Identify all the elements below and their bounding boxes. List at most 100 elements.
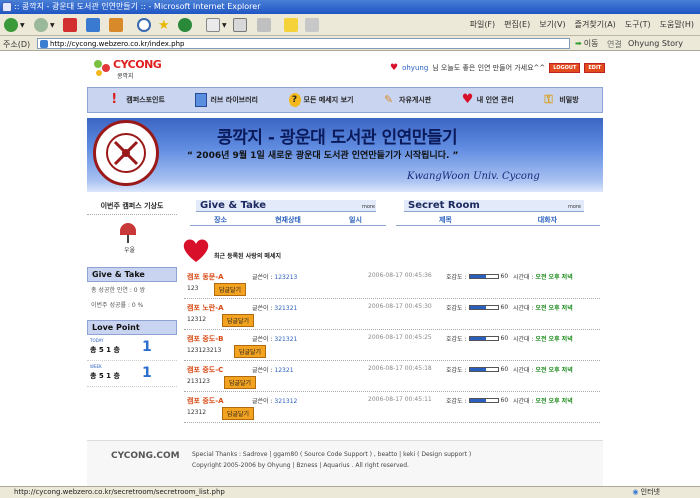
stop-button[interactable] [63, 17, 77, 33]
address-input[interactable] [37, 38, 570, 49]
time-value: 오전 오후 저녁 [535, 367, 573, 374]
nav-label: 비밀방 [559, 96, 579, 104]
link-ohyung-story[interactable]: Ohyung Story [628, 39, 683, 48]
weather-label: 우울 [124, 247, 136, 254]
column-header[interactable]: 대화자 [538, 215, 557, 225]
message-author: 글쓴이 : 321321 [252, 303, 297, 312]
weather-widget: 우울 [87, 215, 177, 263]
forward-button[interactable]: ▼ [34, 17, 55, 33]
column-header[interactable]: 일시 [349, 215, 362, 225]
author-id[interactable]: 321321 [274, 336, 297, 343]
like-value: 60 [500, 397, 509, 404]
author-id[interactable]: 321312 [274, 398, 297, 405]
message-location[interactable]: 캠포 동문-A [187, 272, 224, 282]
left-sidebar: 이번주 캠퍼스 기상도 우울 Give & Take 총 성공한 인연 : 0 … [87, 198, 177, 387]
menu-edit[interactable]: 편집(E) [504, 19, 530, 30]
menu-view[interactable]: 보기(V) [539, 19, 565, 30]
like-value: 60 [500, 273, 509, 280]
love-point-row: TODAY 총 5 1 층 1 [87, 335, 177, 361]
reply-button[interactable]: 답글달기 [222, 314, 255, 327]
give-take-more-link[interactable]: more [362, 204, 375, 210]
message-location[interactable]: 캠포 중도-C [187, 365, 223, 375]
favorites-button[interactable]: ★ [158, 17, 170, 33]
author-id[interactable]: 12321 [274, 367, 293, 374]
nav-all-messages[interactable]: ? 모든 메세지 보기 [288, 93, 353, 107]
reply-button[interactable]: 답글달기 [214, 283, 247, 296]
search-button[interactable] [137, 17, 151, 33]
message-text: 12312 [187, 316, 207, 323]
mail-icon [206, 18, 220, 32]
menu-list: 파일(F) 편집(E) 보기(V) 즐겨찾기(A) 도구(T) 도움말(H) [470, 19, 694, 30]
menu-help[interactable]: 도움말(H) [660, 19, 694, 30]
column-header[interactable]: 제목 [439, 215, 452, 225]
messenger-button[interactable] [305, 17, 319, 33]
key-icon: ⚿ [544, 93, 553, 106]
love-point-period: TODAY [90, 338, 104, 343]
column-header[interactable]: 장소 [214, 215, 227, 225]
reply-button[interactable]: 답글달기 [224, 376, 257, 389]
message-like: 호감도 : 60 [446, 396, 508, 405]
note-button[interactable] [284, 17, 298, 33]
reply-button[interactable]: 답글달기 [222, 407, 255, 420]
love-point-period: WEEK [90, 364, 102, 369]
edit-page-button[interactable] [257, 17, 271, 33]
message-location[interactable]: 캠포 중도-A [187, 396, 224, 406]
author-id[interactable]: 321321 [274, 305, 297, 312]
message-text: 213123 [187, 378, 210, 385]
nav-campus-point[interactable]: ! 캠퍼스포인트 [111, 93, 165, 107]
go-button[interactable]: ➡ 이동 [575, 38, 598, 49]
message-like: 호감도 : 60 [446, 365, 508, 374]
status-bar: http://cycong.webzero.co.kr/secretroom/s… [0, 486, 700, 498]
time-label: 시간대 : [513, 305, 534, 312]
print-icon [233, 18, 247, 32]
window-title: :: 콩깍지 - 광운대 도서관 인연만들기 :: - Microsoft In… [14, 2, 261, 11]
menu-favorites[interactable]: 즐겨찾기(A) [575, 19, 616, 30]
menu-tools[interactable]: 도구(T) [625, 19, 651, 30]
recent-messages-label: 최근 등록된 사랑의 메세지 [214, 252, 281, 260]
home-button[interactable] [109, 17, 123, 33]
refresh-button[interactable] [86, 17, 100, 33]
back-button[interactable]: ▼ [4, 17, 25, 33]
edit-button[interactable]: EDIT [584, 63, 606, 73]
nav-free-board[interactable]: ✎ 자유게시판 [384, 93, 431, 107]
stop-icon [63, 18, 77, 32]
author-id[interactable]: 123213 [274, 274, 297, 281]
history-button[interactable] [178, 17, 192, 33]
message-item: 캠포 동문-A 글쓴이 : 123213 2006-08-17 00:45:36… [184, 268, 600, 299]
message-time: 시간대 : 오전 오후 저녁 [513, 334, 573, 343]
username: ohyung [402, 64, 429, 72]
toolbar: ▼ ▼ ★ ▼ 파일(F) 편집(E) 보기(V) 즐겨찾기(A) 도구(T) … [0, 14, 700, 36]
time-label: 시간대 : [513, 398, 534, 405]
message-location[interactable]: 캠포 노란-A [187, 303, 224, 313]
like-value: 60 [500, 335, 509, 342]
logout-button[interactable]: LOGOUT [549, 63, 581, 73]
menu-file[interactable]: 파일(F) [470, 19, 496, 30]
message-location[interactable]: 캠포 중도-B [187, 334, 223, 344]
greeting-text: 님 오늘도 좋은 인연 만들어 가세요^^ [432, 64, 546, 72]
print-button[interactable] [233, 17, 247, 33]
heart-icon: ♥ [461, 92, 474, 107]
like-label: 호감도 : [446, 274, 467, 281]
nav-secret-room[interactable]: ⚿ 비밀방 [544, 93, 578, 107]
footer-credits: Special Thanks : Sadrove | ggam80 ( Sour… [192, 451, 472, 458]
time-value: 오전 오후 저녁 [535, 305, 573, 312]
go-label: 이동 [583, 39, 599, 48]
like-label: 호감도 : [446, 398, 467, 405]
like-value: 60 [500, 366, 509, 373]
message-item: 캠포 중도-A 글쓴이 : 321312 2006-08-17 00:45:11… [184, 392, 600, 423]
like-label: 호감도 : [446, 367, 467, 374]
nav-love-library[interactable]: 러브 라이브러리 [195, 93, 258, 107]
mail-button[interactable]: ▼ [206, 17, 227, 33]
secret-room-columns: 제목 대화자 [396, 214, 600, 226]
secret-room-section-title: Secret Room [404, 200, 584, 212]
secret-room-more-link[interactable]: more [568, 204, 581, 210]
reply-button[interactable]: 답글달기 [234, 345, 267, 358]
give-take-box-title: Give & Take [87, 267, 177, 282]
column-header[interactable]: 현재상태 [275, 215, 301, 225]
love-point-value: 1 [142, 365, 152, 381]
page-favicon-icon [40, 40, 48, 48]
site-logo[interactable]: CYCONG 콩깍지 [93, 56, 173, 80]
banner: 콩깍지 - 광운대 도서관 인연만들기 “ 2006년 9월 1일 새로운 광운… [87, 118, 603, 192]
search-icon [137, 18, 151, 32]
nav-my-relations[interactable]: ♥ 내 인연 관리 [462, 93, 514, 107]
